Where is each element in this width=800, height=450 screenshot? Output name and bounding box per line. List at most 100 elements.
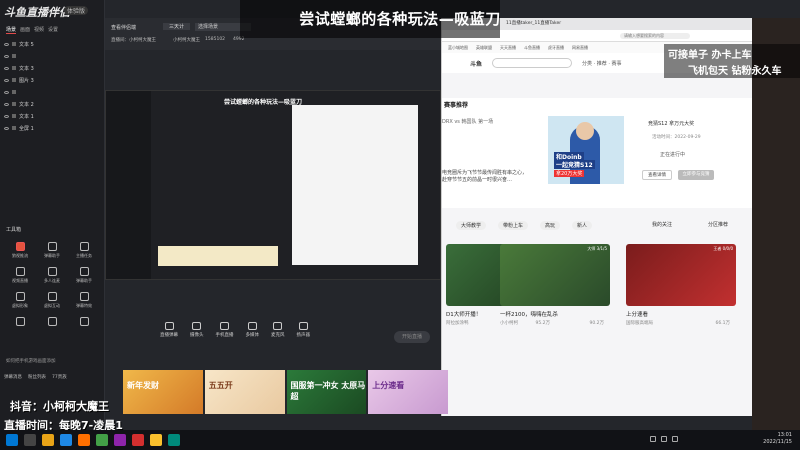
card-tag: 王者 0/0/0 [713,246,733,251]
bookmark-item[interactable]: 网易直播 [572,45,588,51]
match-desc[interactable]: DRX vs 韩国队 第一场 [442,118,493,125]
text-icon [12,114,16,118]
windows-start-icon[interactable] [6,434,18,446]
tool-item[interactable]: 主播任务 [68,242,100,259]
input-method-icon[interactable] [672,436,678,442]
browser-icon[interactable] [60,434,72,446]
event-poster[interactable]: 和Doinb 一起竞猜S12 拿20万大奖 [548,116,624,184]
site-logo[interactable]: 斗鱼 [470,59,482,68]
layer-item[interactable]: 文本 1 [4,110,100,122]
layer-item[interactable]: 全屏 1 [4,122,100,134]
join-button[interactable]: 立即参与竞猜 [678,170,714,180]
filter-chip[interactable]: 新人 [572,220,593,230]
poster-face [576,122,594,140]
taskbar: 13:01 2022/11/15 [0,430,800,450]
eye-icon[interactable] [4,102,9,106]
left-panel: 斗鱼直播伴侣 体验版 场景 画面 视频 设置 文本 5 文本 3 图片 3 文本… [0,0,105,430]
avatar-icon [15,292,25,301]
app-icon[interactable] [150,434,162,446]
nested-title: 尝试螳螂的各种玩法—吸蓝刀 [224,99,303,106]
bookmark-item[interactable]: 虎牙直播 [548,45,564,51]
filter-chip[interactable]: 带粉上车 [498,220,529,230]
volume-icon[interactable] [661,436,667,442]
tool-item[interactable]: 虚拟形象 [4,292,36,309]
clock[interactable]: 13:01 2022/11/15 [763,432,792,446]
bookmark-item[interactable]: 蓝小城地图 [448,45,468,51]
layer-item[interactable] [4,50,100,62]
bookmark-item[interactable]: 天天直播 [500,45,516,51]
my-follows[interactable]: 我的关注 [652,221,672,228]
filter-chip[interactable]: 高玩 [540,220,561,230]
layer-item[interactable]: 文本 5 [4,38,100,50]
interact-icon [47,292,57,301]
control-phone[interactable]: 手机直播 [216,322,234,338]
layer-item[interactable]: 文本 2 [4,98,100,110]
tab-danmu[interactable]: 弹幕消息 [4,374,22,380]
network-icon[interactable] [650,436,656,442]
notice-text[interactable]: 如何把手机游戏画面添加 [6,358,56,364]
webcam-area [752,18,800,430]
card-thumbnail: 大师 3/1/5 [500,244,610,306]
control-mic[interactable]: 麦克风 [271,322,285,338]
control-speaker[interactable]: 扬声器 [297,322,310,338]
control-camera[interactable]: 摄像头 [190,322,204,338]
tool-item[interactable]: 弹幕助手 [36,242,68,259]
control-media[interactable]: 多媒体 [246,322,259,338]
tool-item[interactable]: 狼视推流 [4,242,36,259]
start-stream-button[interactable]: 开始直播 [394,331,430,343]
text-icon [12,90,16,94]
site-search[interactable] [492,58,572,68]
eye-icon[interactable] [4,54,9,58]
tool-item[interactable]: 弹幕特效 [68,292,100,309]
app-icon[interactable] [132,434,144,446]
layer-item[interactable]: 图片 3 [4,74,100,86]
tool-item[interactable] [68,317,100,328]
tab-nobles[interactable]: 77贵族 [52,374,67,380]
stream-icon [15,242,25,251]
bookmark-item[interactable]: 斗鱼直播 [524,45,540,51]
tab-fans[interactable]: 粉丝列表 [28,374,46,380]
tool-item[interactable]: 视频直播 [4,267,36,284]
tool-item[interactable] [36,317,68,328]
stream-card[interactable]: 大师 3/1/5 一杯2100，嗨嗨在乱杀 小小柯柯 90.2万 [500,244,610,326]
layer-item[interactable]: 文本 3 [4,62,100,74]
app-icon[interactable] [96,434,108,446]
preview-canvas[interactable]: 尝试螳螂的各种玩法—吸蓝刀 [105,90,441,280]
site-nav[interactable]: 分类 · 推荐 · 赛事 [582,60,622,67]
speaker-icon [298,322,308,330]
layer-item[interactable] [4,86,100,98]
eye-icon[interactable] [4,42,9,46]
app-icon[interactable] [114,434,126,446]
control-danmu[interactable]: 直播弹幕 [160,322,178,338]
tool-item[interactable] [4,317,36,328]
tool-item[interactable]: 虚拟互动 [36,292,68,309]
tool-item[interactable]: 多人连麦 [36,267,68,284]
douyu-icon[interactable] [78,434,90,446]
bookmark-item[interactable]: 英雄联盟 [476,45,492,51]
news-text[interactable]: 电竞圈斥为飞节节最传闻胜有串之心，赴穿节节五的前晶一时很兴奋… [442,170,530,184]
search-icon[interactable] [24,434,36,446]
eye-icon[interactable] [4,90,9,94]
app-icon[interactable] [168,434,180,446]
filter-chip[interactable]: 大师教学 [456,220,487,230]
featured-section: 赛事推荐 DRX vs 韩国队 第一场 电竞圈斥为飞节节最传闻胜有串之心，赴穿节… [442,98,752,208]
eye-icon[interactable] [4,126,9,130]
system-tray [650,436,678,442]
category-recommend[interactable]: 分区推荐 [708,221,728,228]
danmu-icon [47,242,57,251]
details-button[interactable]: 查看详情 [642,170,672,180]
eye-icon[interactable] [4,78,9,82]
stream-card[interactable]: 王者 0/0/0 上分速看 国际服高端局 66.1万 [626,244,736,326]
text-icon [12,102,16,106]
promo-line: 飞机包天 钻粉永久车 [688,66,782,77]
eye-icon[interactable] [4,66,9,70]
search-input[interactable]: 请输入想要搜索的内容 [620,33,690,39]
tool-item[interactable]: 弹幕助手 [68,267,100,284]
bottom-banner: 新年发财 五五开 国服第一冲女 太原马超 上分速看 [123,370,448,414]
folder-icon[interactable] [42,434,54,446]
card-views: 90.2万 [589,321,604,326]
camera-icon [192,322,202,330]
banner-tile: 国服第一冲女 太原马超 [286,370,367,414]
streamer-name: 小柯柯大魔王 [173,38,200,43]
eye-icon[interactable] [4,114,9,118]
